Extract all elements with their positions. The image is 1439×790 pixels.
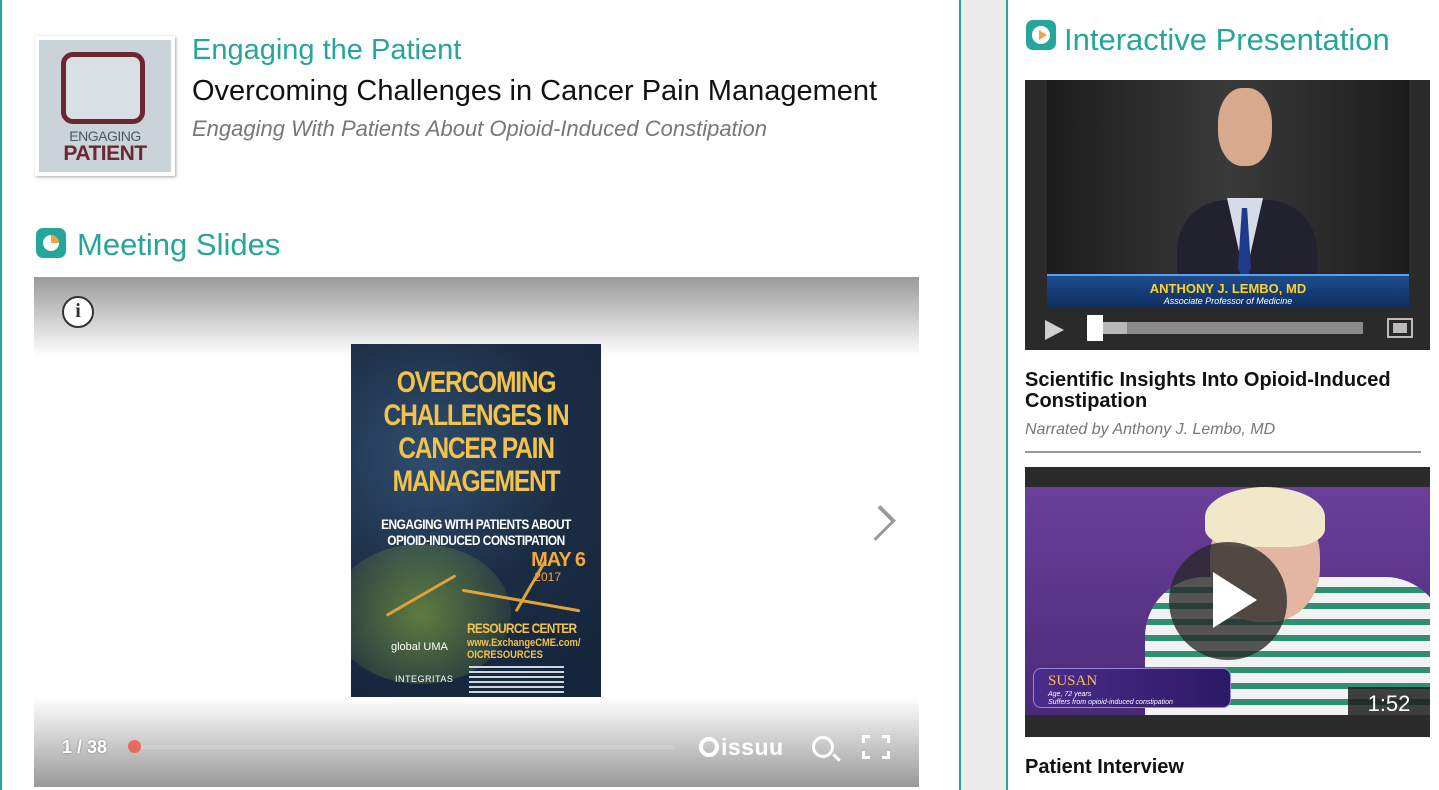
video-title-link[interactable]: Scientific Insights Into Opioid-Induced … [1025,370,1430,412]
series-title: Engaging the Patient [192,34,462,66]
lower-third-caption: ANTHONY J. LEMBO, MD Associate Professor… [1047,274,1409,308]
issuu-document-viewer[interactable]: i OVERCOMING CHALLENGES IN CANCER PAIN M… [34,277,919,790]
video-narrator: Narrated by Anthony J. Lembo, MD [1025,421,1276,438]
cover-year: 2017 [534,570,561,584]
page-scrubber-track[interactable] [134,745,674,749]
fullscreen-icon[interactable] [1387,318,1413,338]
video-player-patient-interview[interactable]: SUSAN Age, 72 years Suffers from opioid-… [1025,467,1430,737]
name-tag-caption: SUSAN Age, 72 years Suffers from opioid-… [1033,668,1231,708]
slides-icon [36,228,66,258]
video-title-link[interactable]: Patient Interview [1025,757,1430,778]
video-player-lembo[interactable]: ANTHONY J. LEMBO, MD Associate Professor… [1025,80,1430,350]
slide-cover-page[interactable]: OVERCOMING CHALLENGES IN CANCER PAIN MAN… [351,344,601,719]
interactive-presentation-heading: Interactive Presentation [1064,22,1390,57]
sponsor-logo-global-uma: global UMA [391,641,448,653]
engaging-the-patient-logo: ENGAGING PATIENT [35,36,175,176]
page-indicator: 1 / 38 [62,737,108,757]
issuu-logo[interactable]: issuu [699,734,784,761]
video-seek-handle[interactable] [1087,315,1103,341]
zoom-icon[interactable] [812,736,834,758]
next-page-arrow-icon[interactable] [860,505,896,541]
cover-title: OVERCOMING CHALLENGES IN CANCER PAIN MAN… [383,366,570,498]
page-subtitle: Engaging With Patients About Opioid-Indu… [192,116,768,141]
sidebar-panel: Interactive Presentation ANTHONY J. LEMB… [1006,0,1439,790]
doctor-patient-icon [61,52,145,124]
meeting-slides-heading: Meeting Slides [77,227,281,262]
sponsor-logo-integritas: INTEGRITAS [395,674,454,684]
cover-date: MAY 6 [531,549,586,571]
cover-fine-print [469,666,564,696]
info-icon[interactable]: i [62,296,94,328]
play-circle-icon [1026,20,1056,50]
play-button-icon[interactable] [1169,542,1287,660]
logo-word-patient: PATIENT [63,142,147,165]
cover-resource-label: RESOURCE CENTER [467,620,577,636]
content-panel: ENGAGING PATIENT Engaging the Patient Ov… [0,0,961,790]
video-controls [1025,308,1430,350]
cover-url: www.ExchangeCME.com/ OICRESOURCES [467,637,581,661]
video-seek-bar[interactable] [1087,322,1363,334]
fullscreen-icon[interactable] [862,735,890,759]
page-scrubber-handle[interactable] [127,740,141,753]
play-icon[interactable] [1045,320,1064,340]
page-title: Overcoming Challenges in Cancer Pain Man… [192,75,878,107]
cover-subtitle: ENGAGING WITH PATIENTS ABOUT OPIOID-INDU… [381,516,571,548]
divider [1025,451,1421,453]
